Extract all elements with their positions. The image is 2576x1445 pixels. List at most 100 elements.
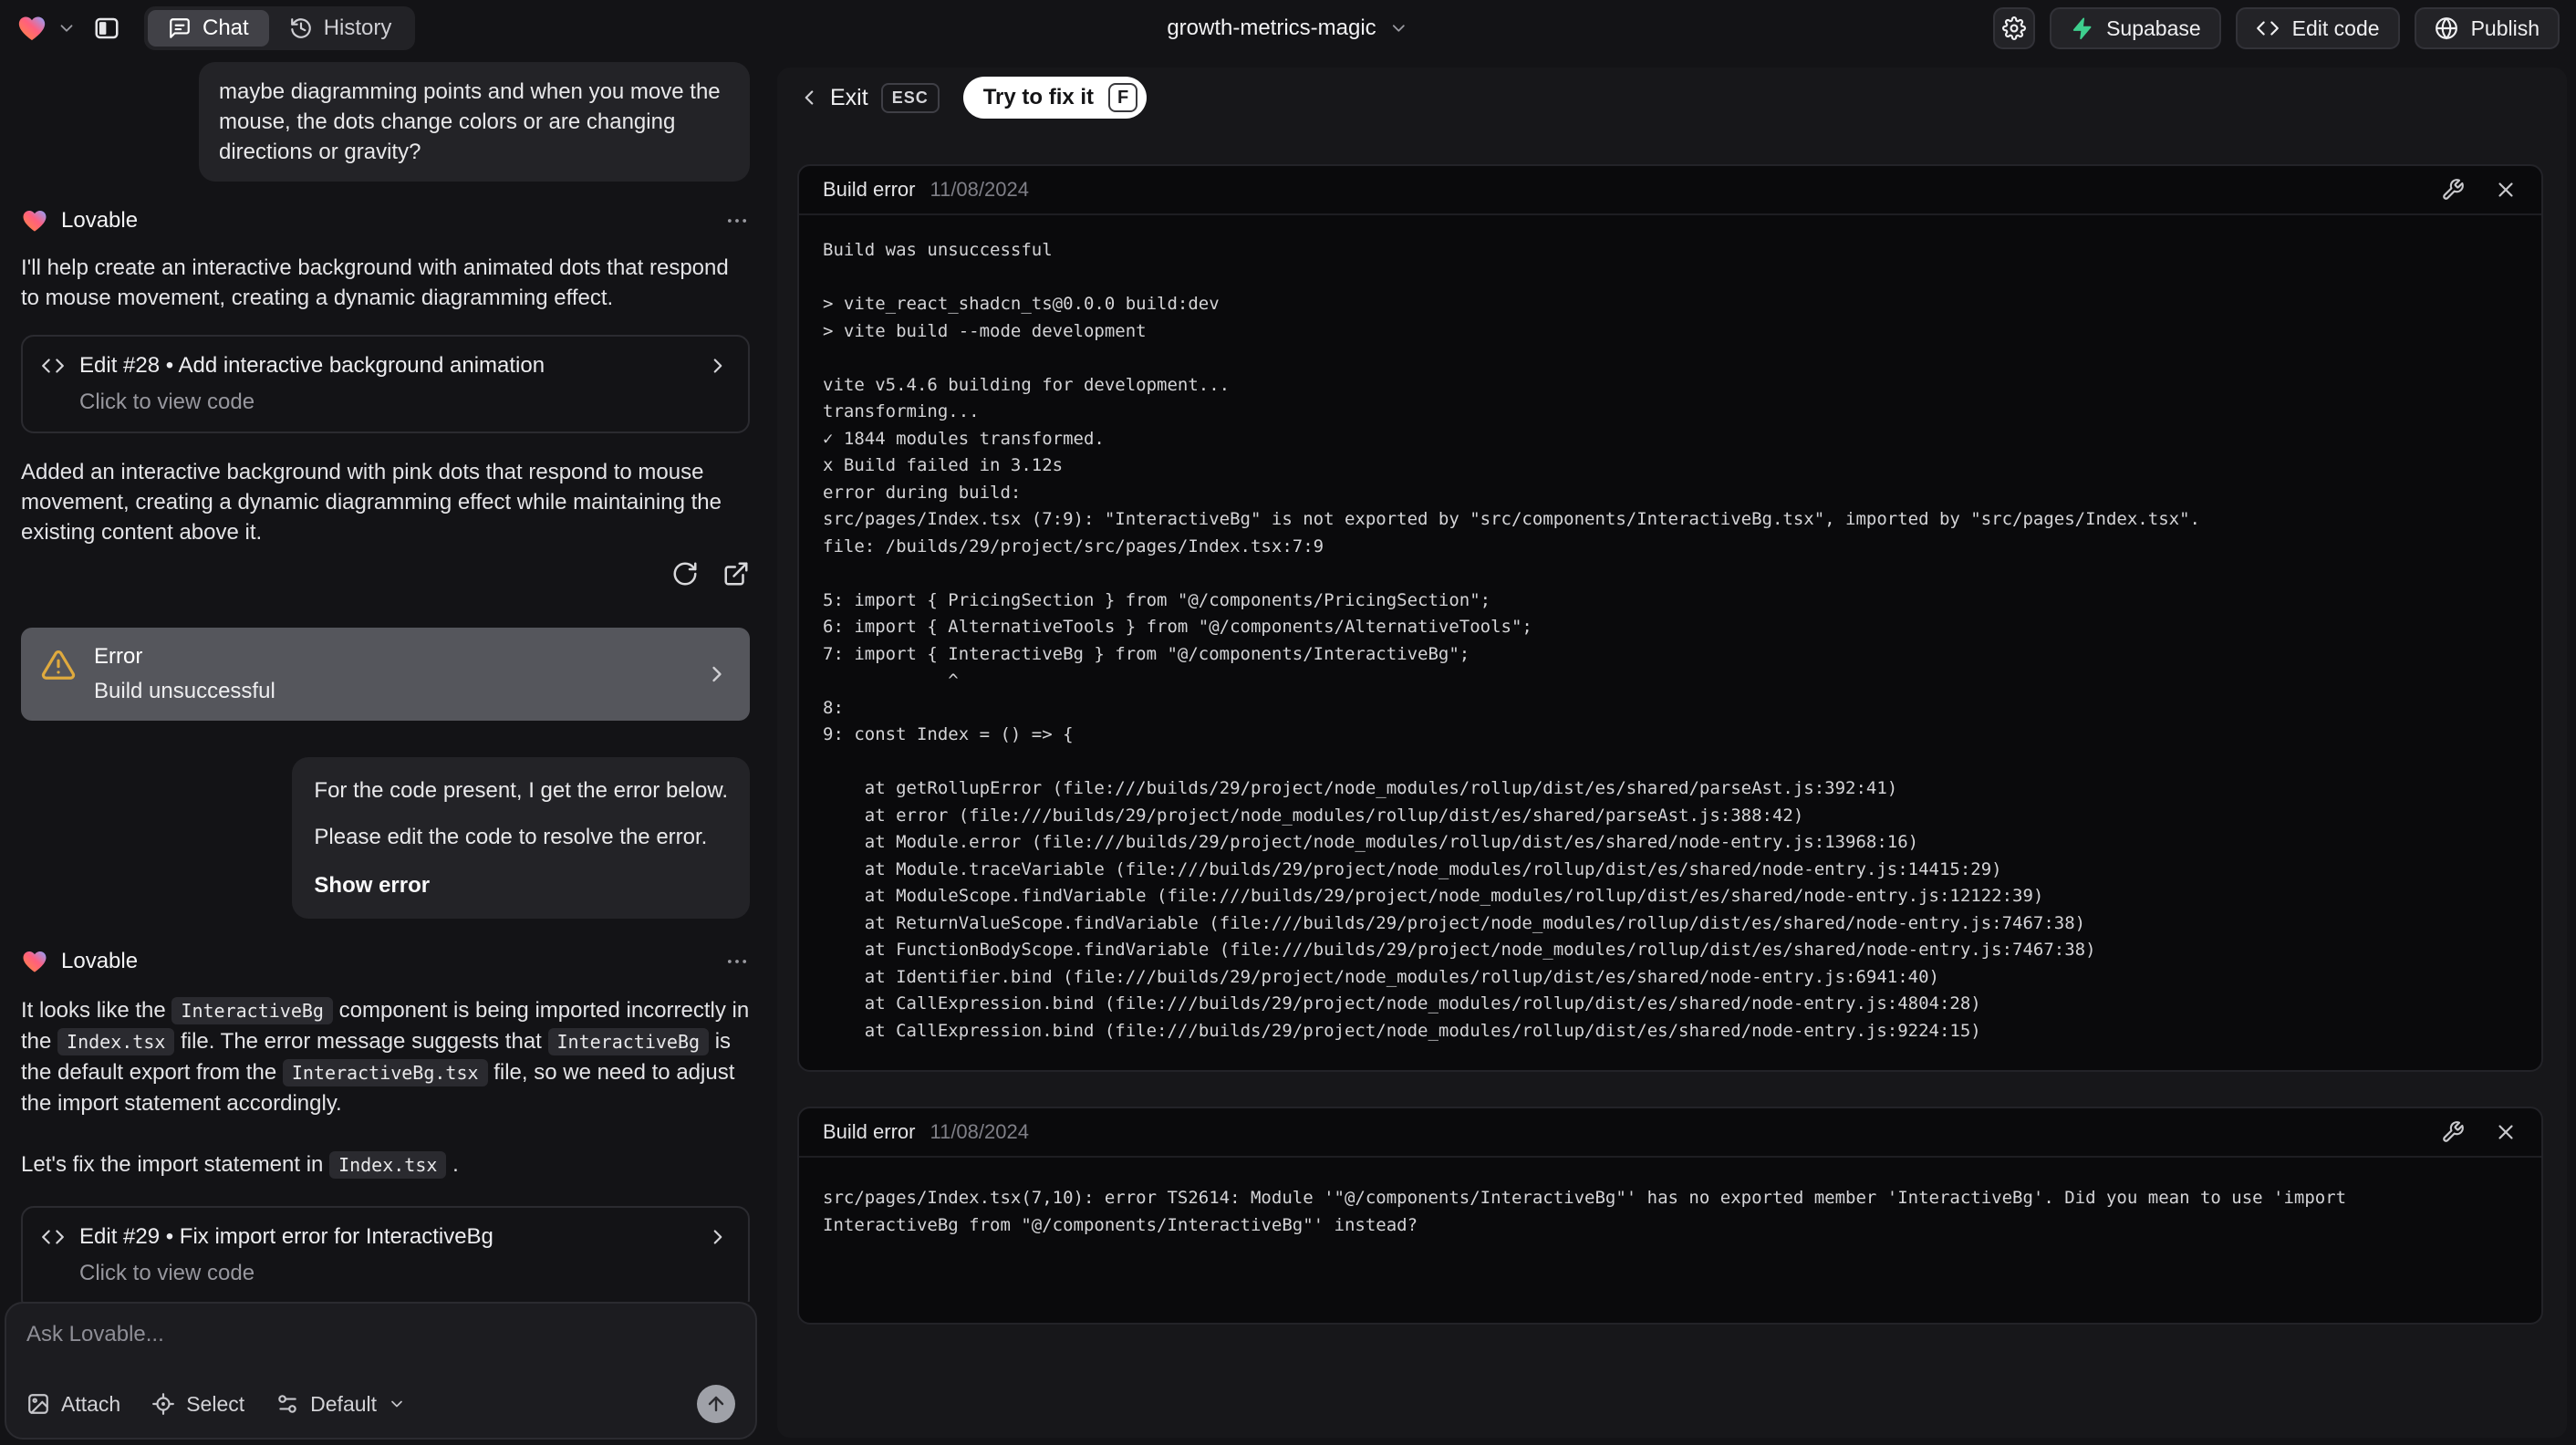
f-key-badge: F xyxy=(1108,83,1138,112)
edit-card-29-title: Edit #29 • Fix import error for Interact… xyxy=(79,1224,493,1249)
build-error-log: src/pages/Index.tsx(7,10): error TS2614:… xyxy=(823,1188,2347,1235)
panel-date: 11/08/2024 xyxy=(930,1120,1029,1143)
chat-input[interactable] xyxy=(26,1322,735,1373)
top-bar-left: Chat History xyxy=(16,6,416,50)
build-error-panel-1-header: Build error 11/08/2024 xyxy=(799,166,2541,215)
logo-menu-chevron-down-icon[interactable] xyxy=(57,18,77,38)
project-name: growth-metrics-magic xyxy=(1167,16,1376,40)
select-button[interactable]: Select xyxy=(151,1392,244,1417)
chat-input-box: Attach Select Default xyxy=(5,1302,757,1440)
wrench-icon[interactable] xyxy=(2441,178,2465,202)
inline-code: Index.tsx xyxy=(329,1151,447,1179)
project-switcher[interactable]: growth-metrics-magic xyxy=(1167,16,1408,41)
assistant-message: Let's fix the import statement in Index.… xyxy=(21,1151,459,1179)
select-target-icon xyxy=(152,1393,175,1415)
user-message: For the code present, I get the error be… xyxy=(292,757,750,919)
arrow-up-icon xyxy=(708,1396,724,1412)
panel-header-actions xyxy=(2441,1120,2518,1144)
chat-panel: maybe diagramming points and when you mo… xyxy=(0,57,763,1445)
top-bar-actions: Supabase Edit code Publish xyxy=(1993,7,2560,49)
exit-button[interactable]: Exit xyxy=(797,85,868,111)
assistant-header: Lovable xyxy=(21,948,750,975)
build-error-panel-2: Build error 11/08/2024 src/pages/Index.t… xyxy=(797,1107,2543,1325)
wrench-icon[interactable] xyxy=(2441,1120,2465,1144)
view-tabs: Chat History xyxy=(144,6,416,50)
inline-code: InteractiveBg.tsx xyxy=(282,1059,488,1086)
edit-card-28-title: Edit #28 • Add interactive background an… xyxy=(79,353,545,378)
sidebar-toggle-button[interactable] xyxy=(86,7,128,49)
chevron-left-icon xyxy=(805,90,814,105)
supabase-bolt-icon xyxy=(2072,17,2092,40)
try-to-fix-label: Try to fix it xyxy=(982,85,1095,109)
user-message: maybe diagramming points and when you mo… xyxy=(199,62,750,182)
inline-code: InteractiveBg xyxy=(171,997,333,1024)
edit-code-label: Edit code xyxy=(2291,16,2380,40)
panel-header-actions xyxy=(2441,178,2518,202)
close-icon[interactable] xyxy=(2494,1120,2518,1144)
restore-rotate-icon[interactable] xyxy=(671,560,699,587)
lovable-avatar-heart-icon xyxy=(23,951,47,972)
edit-card-29-subtitle: Click to view code xyxy=(79,1261,255,1285)
edit-card-29-row: Edit #29 • Fix import error for Interact… xyxy=(41,1224,730,1250)
publish-label: Publish xyxy=(2470,16,2540,40)
code-brackets-icon xyxy=(2256,21,2279,36)
model-selector[interactable]: Default xyxy=(275,1392,406,1417)
external-link-icon[interactable] xyxy=(722,560,750,587)
assistant-message: Added an interactive background with pin… xyxy=(21,460,722,545)
build-error-panel-1: Build error 11/08/2024 Build was unsucce… xyxy=(797,164,2543,1072)
lovable-app: Chat History growth-metrics-magic Supaba… xyxy=(0,0,2576,1445)
panel-title: Build error xyxy=(823,1120,916,1143)
build-error-log: Build was unsuccessful > vite_react_shad… xyxy=(823,240,2200,1041)
error-view-header: Exit ESC Try to fix it F xyxy=(797,77,2543,119)
inline-code: Index.tsx xyxy=(57,1028,175,1055)
project-chevron-down-icon xyxy=(1393,25,1406,32)
chevron-right-icon xyxy=(713,359,722,373)
esc-key-badge: ESC xyxy=(880,82,940,113)
sidebar-panel-icon xyxy=(95,17,119,39)
tab-history-label: History xyxy=(323,16,392,40)
assistant-header: Lovable xyxy=(21,207,750,234)
show-error-link[interactable]: Show error xyxy=(314,870,728,900)
supabase-button[interactable]: Supabase xyxy=(2050,7,2221,49)
assistant-message: I'll help create an interactive backgrou… xyxy=(21,255,729,310)
error-card-subtitle: Build unsuccessful xyxy=(94,679,275,703)
chevron-right-icon xyxy=(712,666,722,682)
chat-bubble-icon xyxy=(170,18,190,38)
top-bar: Chat History growth-metrics-magic Supaba… xyxy=(0,0,2576,57)
panel-date: 11/08/2024 xyxy=(930,178,1029,201)
build-error-card-text: Error Build unsuccessful xyxy=(94,644,686,704)
code-brackets-icon xyxy=(42,359,64,373)
exit-label: Exit xyxy=(830,84,868,110)
warning-triangle-icon xyxy=(41,650,76,680)
settings-button[interactable] xyxy=(1993,7,2036,49)
send-button[interactable] xyxy=(697,1385,735,1423)
error-workspace: Exit ESC Try to fix it F Build error 11/… xyxy=(777,68,2567,1438)
message-actions xyxy=(21,560,750,587)
edit-code-button[interactable]: Edit code xyxy=(2235,7,2400,49)
chat-message-list[interactable]: maybe diagramming points and when you mo… xyxy=(0,57,763,1302)
attach-label: Attach xyxy=(61,1391,121,1416)
attach-image-icon xyxy=(28,1394,48,1414)
tab-chat-label: Chat xyxy=(203,16,249,40)
edit-card-28[interactable]: Edit #28 • Add interactive background an… xyxy=(21,335,750,433)
message-menu-ellipsis-icon[interactable] xyxy=(724,949,750,974)
attach-button[interactable]: Attach xyxy=(26,1392,120,1417)
inline-code: InteractiveBg xyxy=(547,1028,710,1055)
error-card-title: Error xyxy=(94,644,143,669)
edit-card-29[interactable]: Edit #29 • Fix import error for Interact… xyxy=(21,1206,750,1302)
close-icon[interactable] xyxy=(2494,178,2518,202)
publish-button[interactable]: Publish xyxy=(2414,7,2560,49)
supabase-label: Supabase xyxy=(2106,16,2201,40)
edit-card-28-subtitle: Click to view code xyxy=(79,390,255,414)
build-error-panel-2-header: Build error 11/08/2024 xyxy=(799,1108,2541,1158)
chat-input-toolbar: Attach Select Default xyxy=(26,1385,735,1423)
assistant-name: Lovable xyxy=(61,949,139,973)
try-to-fix-button[interactable]: Try to fix it F xyxy=(962,77,1148,119)
tab-history[interactable]: History xyxy=(269,10,412,47)
user-message-line: Please edit the code to resolve the erro… xyxy=(314,825,708,849)
tab-chat[interactable]: Chat xyxy=(148,10,269,47)
build-error-card[interactable]: Error Build unsuccessful xyxy=(21,628,750,721)
sliders-icon xyxy=(278,1395,296,1413)
message-menu-ellipsis-icon[interactable] xyxy=(724,208,750,234)
lovable-logo-icon[interactable] xyxy=(16,13,47,44)
